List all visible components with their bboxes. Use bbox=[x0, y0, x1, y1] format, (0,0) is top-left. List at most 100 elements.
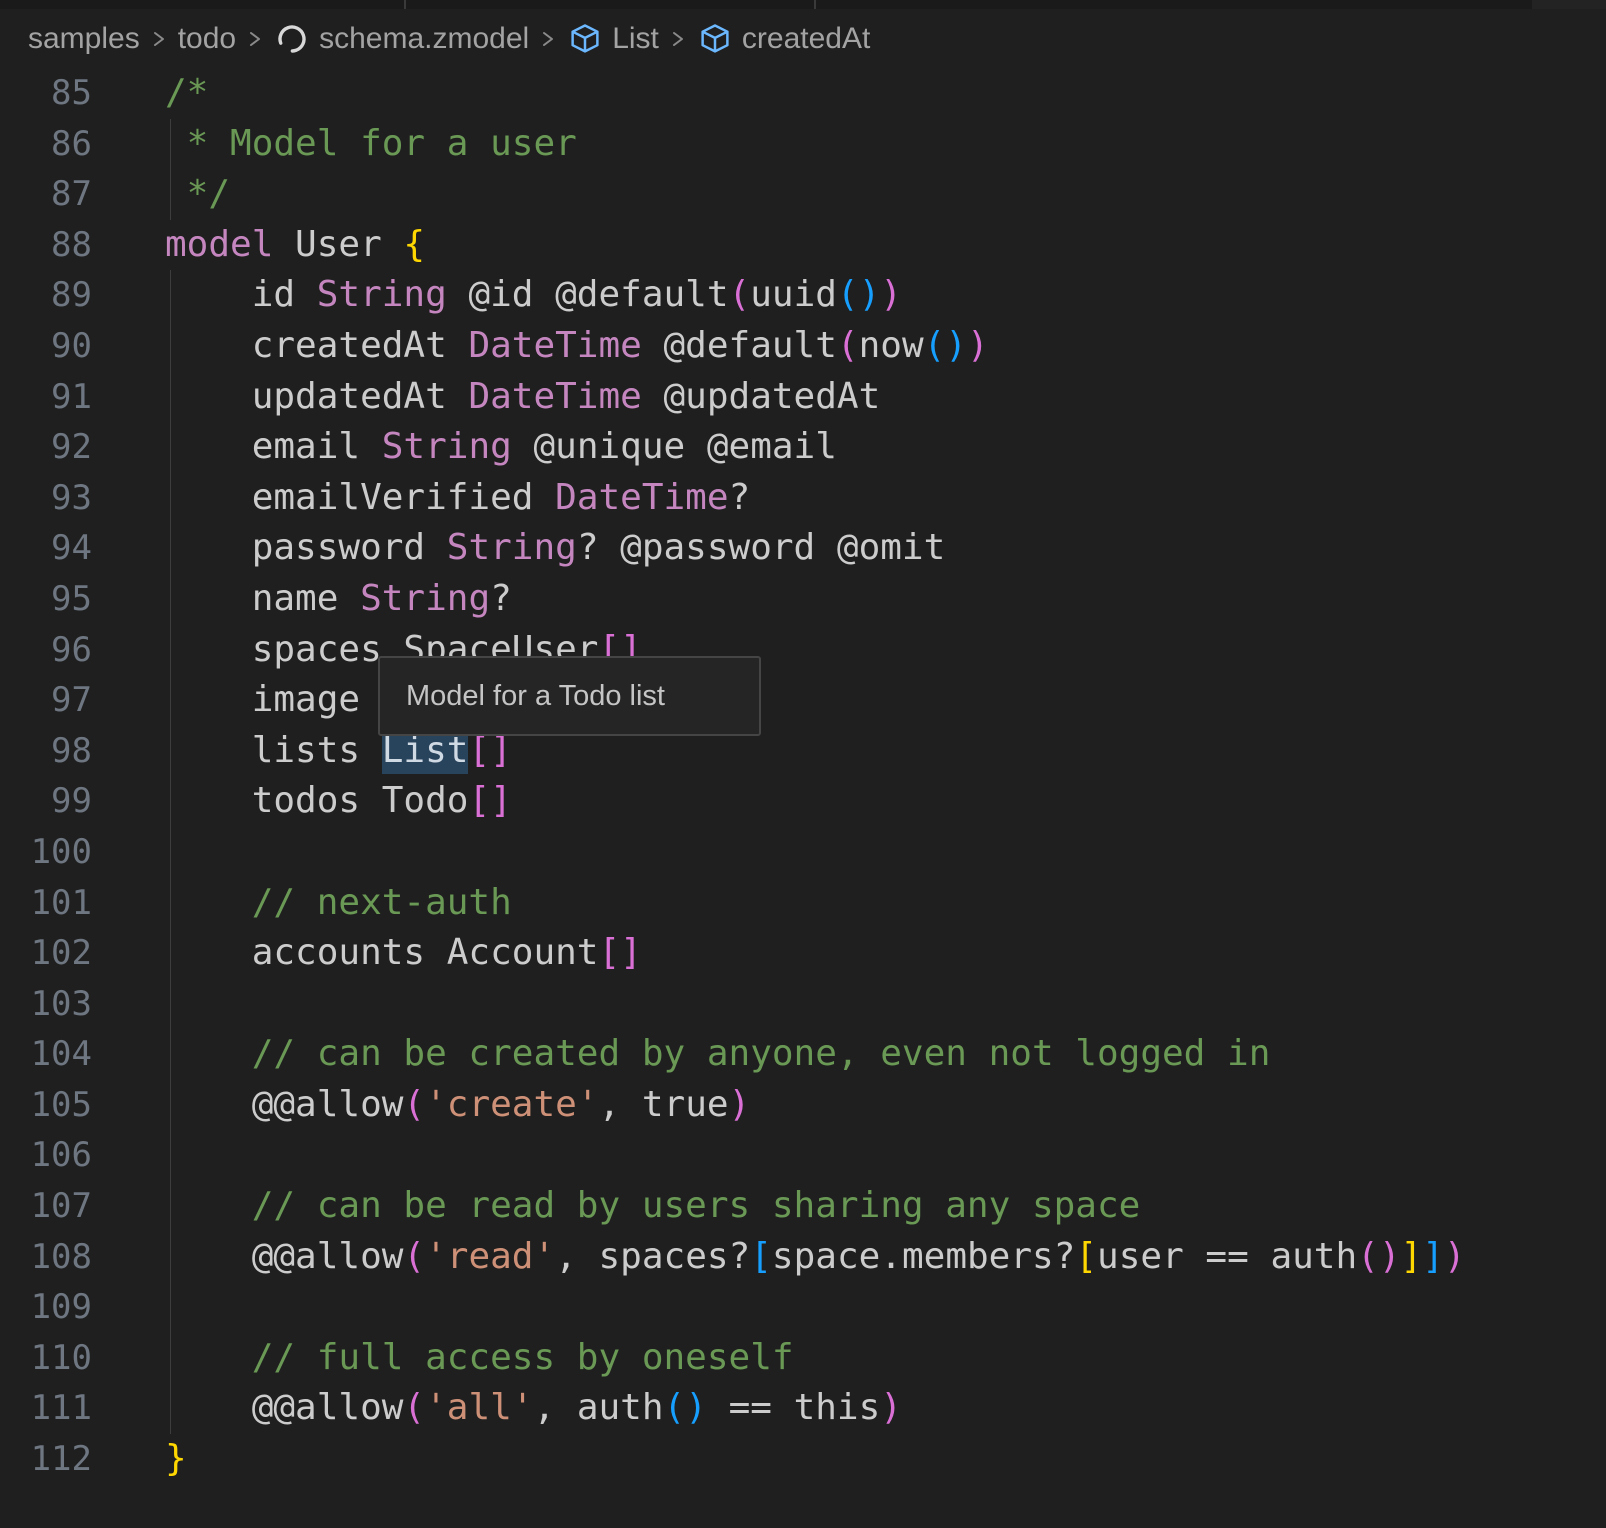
code-text: email String @unique @email bbox=[92, 422, 837, 473]
line-number[interactable]: 99 bbox=[0, 776, 92, 827]
code-text: // next-auth bbox=[92, 878, 512, 929]
code-text: model User { bbox=[92, 220, 425, 271]
code-text: // can be read by users sharing any spac… bbox=[92, 1181, 1140, 1232]
line-number[interactable]: 89 bbox=[0, 270, 92, 321]
code-line[interactable]: 107 // can be read by users sharing any … bbox=[0, 1181, 1606, 1232]
code-text: password String? @password @omit bbox=[92, 523, 945, 574]
code-line[interactable]: 93 emailVerified DateTime? bbox=[0, 473, 1606, 524]
code-text: @@allow('all', auth() == this) bbox=[92, 1383, 902, 1434]
code-text: image bbox=[92, 675, 360, 726]
code-line[interactable]: 98 lists List[] bbox=[0, 726, 1606, 777]
code-line[interactable]: 101 // next-auth bbox=[0, 878, 1606, 929]
code-line[interactable]: 87 */ bbox=[0, 169, 1606, 220]
line-number[interactable]: 103 bbox=[0, 979, 92, 1030]
code-line[interactable]: 96 spaces SpaceUser[] bbox=[0, 625, 1606, 676]
code-text: @@allow('create', true) bbox=[92, 1080, 750, 1131]
line-number[interactable]: 111 bbox=[0, 1383, 92, 1434]
code-text: todos Todo[] bbox=[92, 776, 512, 827]
code-text: } bbox=[92, 1434, 187, 1485]
hover-tooltip-text: Model for a Todo list bbox=[406, 680, 665, 713]
breadcrumb-item-todo[interactable]: todo bbox=[178, 22, 236, 56]
code-line[interactable]: 99 todos Todo[] bbox=[0, 776, 1606, 827]
line-number[interactable]: 101 bbox=[0, 878, 92, 929]
code-line[interactable]: 89 id String @id @default(uuid()) bbox=[0, 270, 1606, 321]
code-line[interactable]: 86 * Model for a user bbox=[0, 119, 1606, 170]
code-text: /* bbox=[92, 68, 208, 119]
line-number[interactable]: 105 bbox=[0, 1080, 92, 1131]
code-line[interactable]: 103 bbox=[0, 979, 1606, 1030]
code-text: emailVerified DateTime? bbox=[92, 473, 750, 524]
code-text: // full access by oneself bbox=[92, 1333, 794, 1384]
code-text: updatedAt DateTime @updatedAt bbox=[92, 372, 880, 423]
breadcrumb-item-samples[interactable]: samples bbox=[28, 22, 140, 56]
line-number[interactable]: 96 bbox=[0, 625, 92, 676]
line-number[interactable]: 90 bbox=[0, 321, 92, 372]
code-line[interactable]: 104 // can be created by anyone, even no… bbox=[0, 1029, 1606, 1080]
code-line[interactable]: 95 name String? bbox=[0, 574, 1606, 625]
code-text bbox=[92, 1130, 165, 1181]
line-number[interactable]: 100 bbox=[0, 827, 92, 878]
line-number[interactable]: 97 bbox=[0, 675, 92, 726]
line-number[interactable]: 91 bbox=[0, 372, 92, 423]
code-line[interactable]: 110 // full access by oneself bbox=[0, 1333, 1606, 1384]
chevron-right-icon bbox=[670, 24, 686, 54]
line-number[interactable]: 92 bbox=[0, 422, 92, 473]
line-number[interactable]: 104 bbox=[0, 1029, 92, 1080]
line-number[interactable]: 112 bbox=[0, 1434, 92, 1485]
tab-separator bbox=[814, 0, 816, 9]
line-number[interactable]: 86 bbox=[0, 119, 92, 170]
code-line[interactable]: 90 createdAt DateTime @default(now()) bbox=[0, 321, 1606, 372]
line-number[interactable]: 108 bbox=[0, 1232, 92, 1283]
code-line[interactable]: 108 @@allow('read', spaces?[space.member… bbox=[0, 1232, 1606, 1283]
code-text bbox=[92, 827, 165, 878]
code-line[interactable]: 85/* bbox=[0, 68, 1606, 119]
editor[interactable]: 85/*86 * Model for a user87 */88model Us… bbox=[0, 68, 1606, 1485]
code-text: id String @id @default(uuid()) bbox=[92, 270, 902, 321]
code-line[interactable]: 94 password String? @password @omit bbox=[0, 523, 1606, 574]
line-number[interactable]: 88 bbox=[0, 220, 92, 271]
code-text: createdAt DateTime @default(now()) bbox=[92, 321, 989, 372]
breadcrumb-label: schema.zmodel bbox=[319, 22, 529, 56]
symbol-cube-icon bbox=[697, 21, 733, 57]
chevron-right-icon bbox=[247, 24, 263, 54]
line-number[interactable]: 98 bbox=[0, 726, 92, 777]
code-line[interactable]: 102 accounts Account[] bbox=[0, 928, 1606, 979]
code-line[interactable]: 100 bbox=[0, 827, 1606, 878]
loading-spinner-icon bbox=[274, 21, 310, 57]
code-line[interactable]: 91 updatedAt DateTime @updatedAt bbox=[0, 372, 1606, 423]
line-number[interactable]: 95 bbox=[0, 574, 92, 625]
code-text: name String? bbox=[92, 574, 512, 625]
chevron-right-icon bbox=[151, 24, 167, 54]
line-number[interactable]: 106 bbox=[0, 1130, 92, 1181]
code-line[interactable]: 97 image bbox=[0, 675, 1606, 726]
code-text bbox=[92, 979, 165, 1030]
tab-separator bbox=[1532, 0, 1606, 9]
breadcrumb: samples todo schema.zmodel List bbox=[0, 9, 1606, 68]
breadcrumb-label: samples bbox=[28, 22, 140, 56]
line-number[interactable]: 110 bbox=[0, 1333, 92, 1384]
code-line[interactable]: 111 @@allow('all', auth() == this) bbox=[0, 1383, 1606, 1434]
breadcrumb-item-symbol-createdat[interactable]: createdAt bbox=[697, 21, 870, 57]
line-number[interactable]: 102 bbox=[0, 928, 92, 979]
breadcrumb-label: todo bbox=[178, 22, 236, 56]
breadcrumb-item-symbol-list[interactable]: List bbox=[567, 21, 659, 57]
line-number[interactable]: 107 bbox=[0, 1181, 92, 1232]
code-line[interactable]: 88model User { bbox=[0, 220, 1606, 271]
breadcrumb-label: createdAt bbox=[742, 22, 870, 56]
code-line[interactable]: 109 bbox=[0, 1282, 1606, 1333]
line-number[interactable]: 85 bbox=[0, 68, 92, 119]
code-line[interactable]: 92 email String @unique @email bbox=[0, 422, 1606, 473]
code-text bbox=[92, 1282, 165, 1333]
line-number[interactable]: 87 bbox=[0, 169, 92, 220]
code-text: accounts Account[] bbox=[92, 928, 642, 979]
code-line[interactable]: 106 bbox=[0, 1130, 1606, 1181]
code-line[interactable]: 112} bbox=[0, 1434, 1606, 1485]
code-line[interactable]: 105 @@allow('create', true) bbox=[0, 1080, 1606, 1131]
code-text: @@allow('read', spaces?[space.members?[u… bbox=[92, 1232, 1466, 1283]
line-number[interactable]: 94 bbox=[0, 523, 92, 574]
line-number[interactable]: 93 bbox=[0, 473, 92, 524]
tab-separator bbox=[404, 0, 406, 9]
breadcrumb-item-file[interactable]: schema.zmodel bbox=[274, 21, 529, 57]
line-number[interactable]: 109 bbox=[0, 1282, 92, 1333]
breadcrumb-label: List bbox=[612, 22, 659, 56]
